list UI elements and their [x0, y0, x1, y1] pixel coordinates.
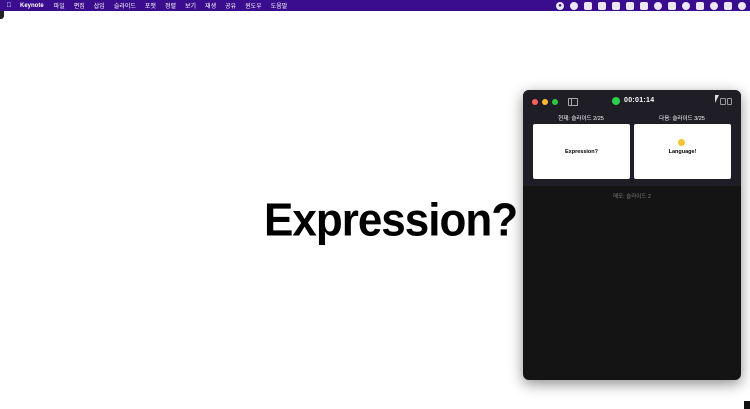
- battery-icon[interactable]: [626, 1, 634, 10]
- menu-share[interactable]: 공유: [225, 1, 236, 10]
- menu-help[interactable]: 도움말: [271, 1, 288, 10]
- bluetooth-icon[interactable]: [710, 1, 718, 10]
- link-icon[interactable]: [640, 1, 648, 10]
- sidebar-toggle-icon[interactable]: [568, 98, 578, 106]
- fullscreen-button[interactable]: [552, 99, 558, 105]
- menu-format[interactable]: 포맷: [145, 1, 156, 10]
- close-button[interactable]: [532, 99, 538, 105]
- next-slide-label: 다음: 슬라이드 3/25: [659, 116, 705, 122]
- slide-title: Expression?: [264, 194, 518, 247]
- presenter-notes[interactable]: 메모: 슬라이드 2: [523, 192, 741, 200]
- window-icon[interactable]: [584, 1, 592, 10]
- record-icon[interactable]: ●: [556, 1, 564, 10]
- control-icon[interactable]: [724, 1, 732, 10]
- timer-status-icon: [612, 97, 620, 105]
- presentation-timer[interactable]: 00:01:14: [624, 97, 654, 104]
- menu-file[interactable]: 파일: [54, 1, 65, 10]
- menu-view[interactable]: 보기: [185, 1, 196, 10]
- apple-menu-icon[interactable]: : [2, 2, 16, 9]
- menu-edit[interactable]: 편집: [74, 1, 85, 10]
- chat-icon[interactable]: [682, 1, 690, 10]
- menu-arrange[interactable]: 정렬: [165, 1, 176, 10]
- window-corner: [0, 11, 4, 19]
- status-area: ●: [556, 0, 746, 11]
- presenter-window: 00:01:14 현재: 슬라이드 2/25 다음: 슬라이드 3/25 Exp…: [523, 90, 741, 380]
- menu-play[interactable]: 재생: [205, 1, 216, 10]
- current-slide-thumbnail[interactable]: Expression?: [533, 124, 630, 179]
- next-slide-thumbnail[interactable]: Language!: [634, 124, 731, 179]
- next-slide-thumb-text: Language!: [668, 148, 697, 155]
- layers-icon[interactable]: [668, 1, 676, 10]
- layout-options-icon[interactable]: [720, 98, 732, 105]
- menu-insert[interactable]: 삽입: [94, 1, 105, 10]
- lock-icon[interactable]: [598, 1, 606, 10]
- menu-slide[interactable]: 슬라이드: [114, 1, 136, 10]
- menu-window[interactable]: 윈도우: [245, 1, 262, 10]
- app-menu[interactable]: Keynote: [20, 3, 44, 9]
- minimize-button[interactable]: [542, 99, 548, 105]
- current-slide-label: 현재: 슬라이드 2/25: [558, 116, 604, 122]
- app-icon[interactable]: [696, 1, 704, 10]
- user-badge-icon[interactable]: [570, 1, 578, 10]
- wifi-icon[interactable]: [738, 1, 746, 10]
- window-corner-right: [744, 401, 750, 409]
- grid-icon[interactable]: [612, 1, 620, 10]
- siri-icon[interactable]: [654, 1, 662, 10]
- menu-bar:  Keynote 파일 편집 삽입 슬라이드 포맷 정렬 보기 재생 공유 윈…: [0, 0, 750, 11]
- current-slide-thumb-text: Expression?: [564, 148, 598, 155]
- sun-icon: [678, 139, 685, 146]
